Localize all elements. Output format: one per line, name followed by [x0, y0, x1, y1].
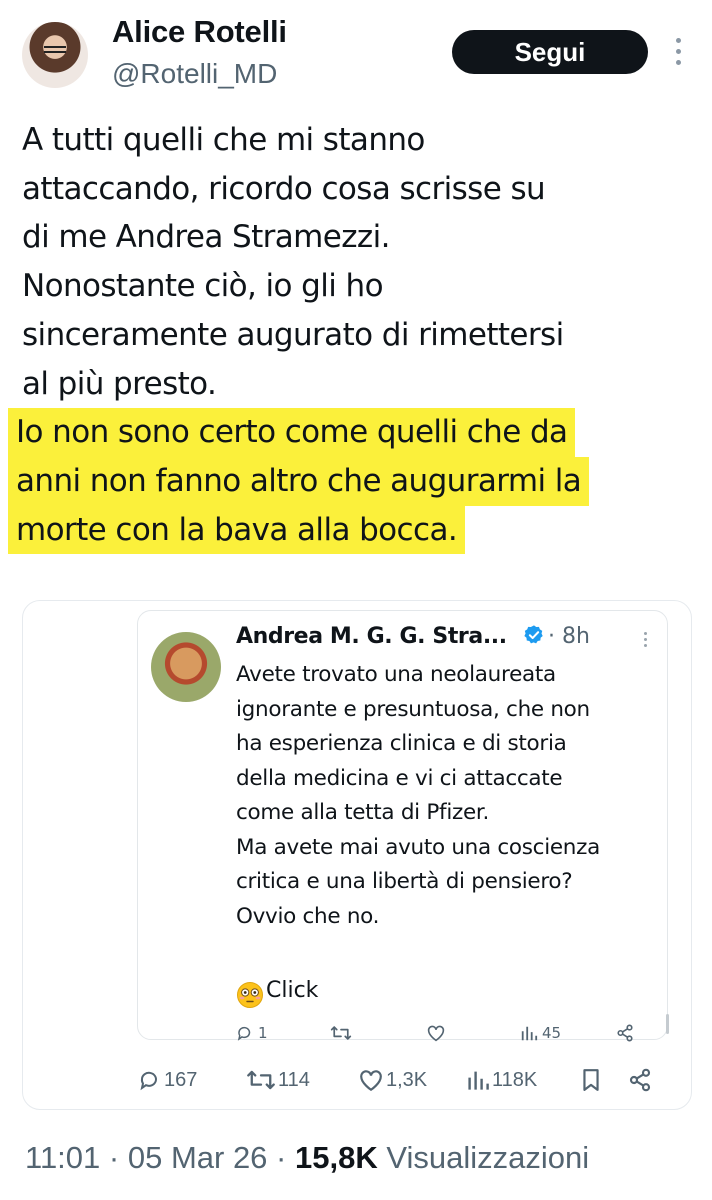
tweet-time[interactable]: 11:01 [25, 1140, 100, 1175]
author-handle[interactable]: @Rotelli_MD [112, 58, 277, 90]
tweet-line: di me Andrea Stramezzi. [22, 219, 390, 256]
tweet-line: attaccando, ricordo cosa scrisse su [22, 170, 546, 207]
quoted-line: Avete trovato una neolaureata [236, 662, 556, 687]
views-count: 118K [492, 1068, 538, 1091]
like-action[interactable]: 1,3K [358, 1068, 427, 1092]
reply-icon [237, 1026, 251, 1041]
more-options-icon[interactable] [672, 38, 684, 72]
heart-icon [360, 1070, 382, 1092]
tweet-line: al più presto. [22, 365, 217, 402]
views-icon [468, 1071, 489, 1090]
heart-icon [427, 1025, 445, 1042]
share-icon [617, 1024, 633, 1042]
bookmark-action[interactable] [580, 1068, 602, 1092]
author-avatar[interactable] [22, 22, 88, 88]
quoted-line: ignorante e presuntuosa, che non [236, 696, 590, 722]
views-label: Visualizzazioni [386, 1140, 590, 1175]
quoted-reply-count: 1 [258, 1024, 268, 1042]
quoted-scrollbar [666, 1014, 669, 1034]
quoted-click-text: Click [266, 978, 319, 1003]
quoted-views: 45 [520, 1024, 561, 1042]
quoted-like [426, 1024, 446, 1042]
reply-action[interactable]: 167 [138, 1068, 197, 1092]
bookmark-icon [583, 1069, 599, 1091]
quoted-line: Ma avete mai avuto una coscienza [236, 834, 600, 860]
quoted-author-name: Andrea M. G. G. Stra... [236, 624, 507, 649]
repost-icon [330, 1026, 352, 1040]
quoted-reply: 1 [236, 1024, 268, 1042]
quoted-line: come alla tetta di Pfizer. [236, 800, 490, 825]
repost-icon [247, 1070, 275, 1090]
tweet-metadata: 11:01 · 05 Mar 26 · 15,8K Visualizzazion… [25, 1140, 590, 1175]
share-action[interactable] [628, 1068, 652, 1092]
tweet-date[interactable]: 05 Mar 26 [128, 1140, 268, 1175]
views-action[interactable]: 118K [466, 1068, 537, 1092]
reply-icon [140, 1071, 157, 1091]
views-total: 15,8K [294, 1140, 378, 1175]
quoted-more-icon [642, 632, 648, 650]
quoted-timestamp: · 8h [548, 624, 590, 649]
like-count: 1,3K [386, 1068, 428, 1091]
tweet-text: A tutti quelli che mi stanno attaccando,… [8, 116, 702, 555]
quoted-author-avatar [151, 632, 221, 702]
tweet-line: Nonostante ciò, io gli ho [22, 268, 384, 305]
quoted-line: ha esperienza clinica e di storia [236, 731, 567, 756]
repost-action[interactable]: 114 [246, 1068, 310, 1092]
quoted-views-count: 45 [542, 1024, 562, 1042]
quoted-share [616, 1024, 634, 1042]
repost-count: 114 [278, 1068, 310, 1091]
quoted-line: critica e una libertà di pensiero? [236, 869, 573, 894]
flushed-face-emoji-icon [237, 982, 263, 1008]
media-action-bar: 167 114 1,3K 118K [138, 1068, 668, 1100]
reply-count: 167 [164, 1068, 198, 1091]
quoted-tweet-text: Avete trovato una neolaureata ignorante … [236, 658, 600, 934]
quoted-line: Ovvio che no. [236, 903, 380, 929]
quoted-action-bar: 1 45 [236, 1024, 646, 1048]
quoted-repost [330, 1024, 352, 1042]
views-icon [521, 1026, 538, 1041]
tweet-line: sinceramente augurato di rimettersi [22, 316, 564, 353]
quoted-line: della medicina e vi ci attaccate [236, 765, 563, 791]
author-name[interactable]: Alice Rotelli [112, 14, 287, 50]
share-icon [629, 1068, 651, 1092]
verified-badge-icon [524, 625, 543, 644]
highlighted-line: morte con la bava alla bocca. [8, 505, 466, 555]
highlighted-line: Io non sono certo come quelli che da [8, 408, 576, 457]
highlighted-line: anni non fanno altro che augurarmi la [8, 456, 590, 506]
follow-button[interactable]: Segui [452, 30, 648, 74]
tweet-line: A tutti quelli che mi stanno [22, 122, 425, 158]
